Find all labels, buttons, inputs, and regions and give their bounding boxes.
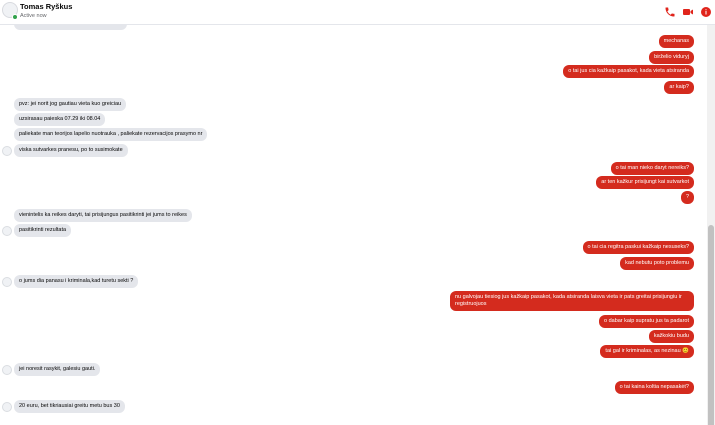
message-bubble-outgoing[interactable]: ar ten kažkur prisijungt kai sutvarkot [596,176,694,189]
message-bubble-incoming[interactable]: 20 euru, bet tikriausiai greitu metu bus… [14,400,125,413]
message-bubble-outgoing[interactable]: o dabar kaip supratu jus ta padarot [598,315,694,328]
message-bubble-outgoing[interactable]: birželio viduryj [649,51,694,64]
message-bubble-incoming[interactable]: paliekate man teorijos lapelio nuotrauka… [14,128,208,141]
message-bubble-outgoing[interactable]: o tai cia regitra paskui kažkaip nesusek… [582,241,694,254]
message-text: paliekate man teorijos lapelio nuotrauka… [19,131,203,137]
message-text: 20 euru, bet tikriausiai greitu metu bus… [19,403,120,409]
contact-avatar[interactable] [2,146,12,156]
message-text: mechanas [663,38,689,44]
video-camera-icon[interactable] [682,6,694,18]
message-text: jei noresit rasykit, galesiu gauti. [19,366,96,372]
message-bubble-outgoing[interactable]: tai gal ir kriminalas, as nezinau 😊 [600,345,694,358]
info-icon[interactable] [700,6,712,18]
contact-avatar[interactable] [2,226,12,236]
scrollbar-thumb[interactable] [708,225,714,425]
message-text: o tai jus cia kažkaip pasakot, kada viet… [568,68,689,74]
message-text: nu galvojau tiesiog jus kažkaip pasakot,… [455,294,682,307]
message-bubble-outgoing[interactable]: o tai man nieko daryt nereiks? [610,162,694,175]
message-bubble-outgoing[interactable]: ar kaip? [664,81,694,94]
message-text: tai gal ir kriminalas, as nezinau 😊 [605,348,689,354]
message-text: o tai kaina koltia nepasakėt? [619,384,689,390]
phone-icon[interactable] [664,6,676,18]
message-text: o tai man nieko daryt nereiks? [615,165,689,171]
message-text: viska sutvarkes pranesu, po to susimokat… [19,147,123,153]
message-text: ar ten kažkur prisijungt kai sutvarkot [601,179,689,185]
contact-status: Active now [20,13,47,19]
message-list[interactable]: mechanas birželio viduryj o tai jus cia … [0,0,708,425]
message-bubble-incoming[interactable]: o jums dia panasu i kriminala,kad turetu… [14,275,139,288]
online-status-dot [12,14,18,20]
message-text: ar kaip? [669,84,689,90]
message-text: o tai cia regitra paskui kažkaip nesusek… [587,244,690,250]
message-bubble-incoming[interactable]: jei noresit rasykit, galesiu gauti. [14,363,101,376]
message-bubble-outgoing[interactable]: mechanas [658,35,694,48]
message-text: kažkokiu budu [653,333,689,339]
message-bubble-outgoing[interactable]: ? [680,191,694,204]
message-bubble-incoming[interactable]: viska sutvarkes pranesu, po to susimokat… [14,144,128,157]
message-text: pvz: jei norit jog gautiau vieta kuo gre… [19,101,122,107]
contact-avatar[interactable] [2,277,12,287]
message-bubble-incoming[interactable]: uzsirasau paieska 07.29 iki 08.04 [14,113,106,126]
contact-name[interactable]: Tomas Ryškus [20,2,72,11]
message-text: birželio viduryj [654,54,689,60]
contact-avatar[interactable] [2,402,12,412]
message-bubble-outgoing[interactable]: kažkokiu budu [648,330,694,343]
message-bubble-outgoing[interactable]: o tai jus cia kažkaip pasakot, kada viet… [563,65,694,78]
message-text: o dabar kaip supratu jus ta padarot [603,318,689,324]
contact-avatar[interactable] [2,365,12,375]
message-bubble-outgoing[interactable]: nu galvojau tiesiog jus kažkaip pasakot,… [450,291,694,311]
message-text: uzsirasau paieska 07.29 iki 08.04 [19,116,101,122]
message-bubble-outgoing[interactable]: o tai kaina koltia nepasakėt? [614,381,694,394]
message-text: vienintelis ka reikes daryti, tai prisij… [19,212,187,218]
message-bubble-incoming[interactable]: pasitikrinti rezultata [14,224,72,237]
message-text: ? [685,194,689,200]
scrollbar[interactable] [707,25,715,425]
message-bubble-incoming[interactable]: pvz: jei norit jog gautiau vieta kuo gre… [14,98,127,111]
message-bubble-incoming[interactable]: vienintelis ka reikes daryti, tai prisij… [14,209,192,222]
message-bubble-outgoing[interactable]: kad nebutu poto problemu [620,257,694,270]
message-text: o jums dia panasu i kriminala,kad turetu… [19,278,134,284]
message-text: pasitikrinti rezultata [19,227,67,233]
chat-header: Tomas Ryškus Active now [0,0,715,25]
message-text: kad nebutu poto problemu [625,260,689,266]
